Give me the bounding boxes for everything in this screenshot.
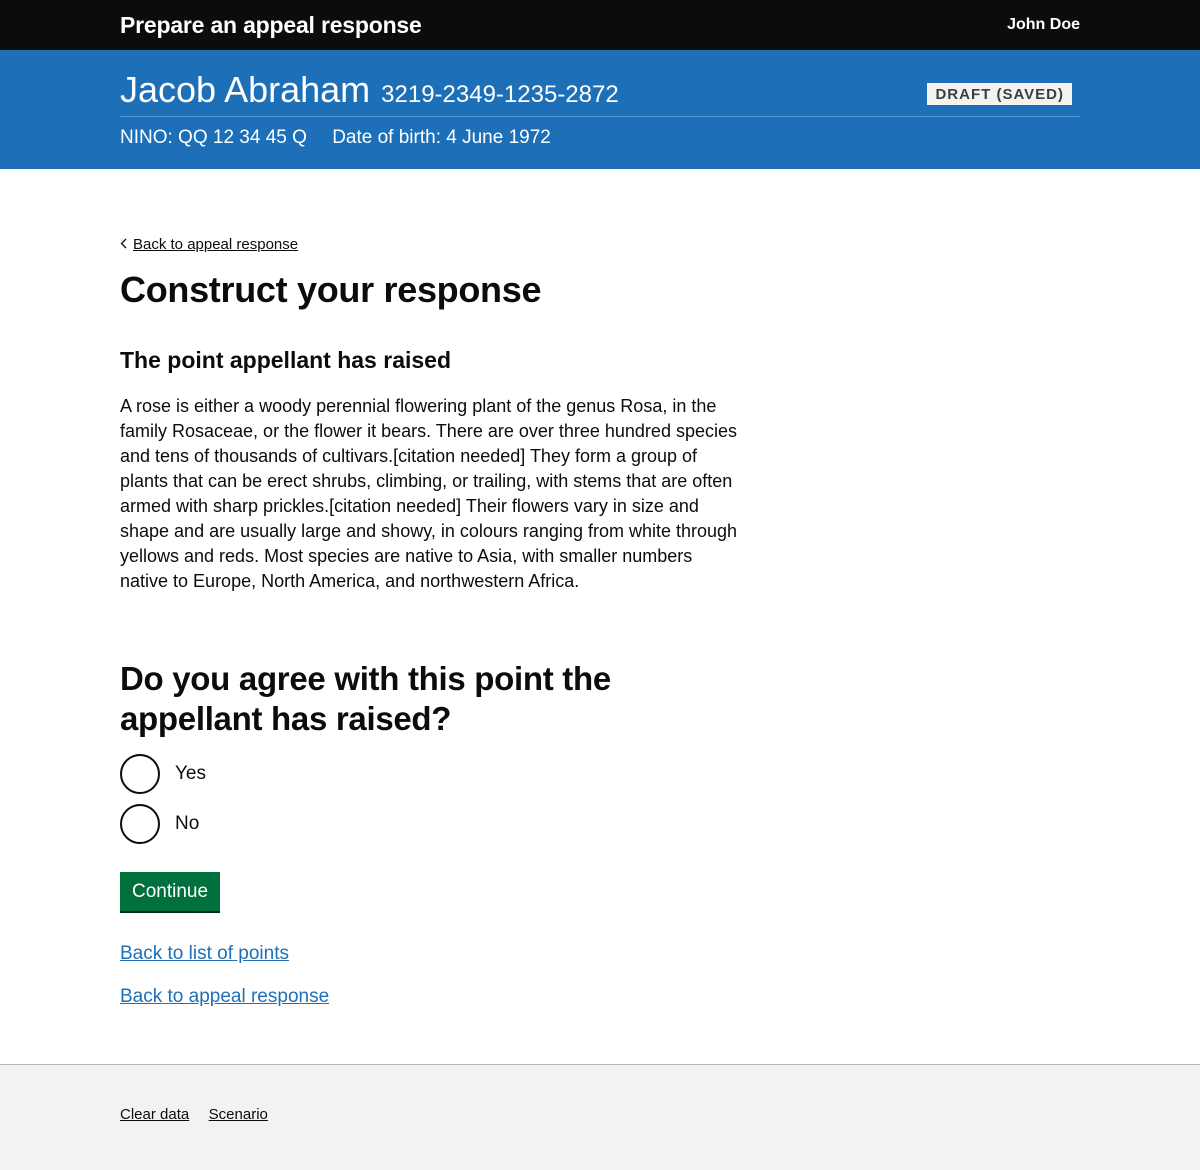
appellant-banner: Jacob Abraham 3219-2349-1235-2872 DRAFT …: [0, 50, 1200, 169]
radio-yes-label[interactable]: Yes: [175, 763, 206, 785]
footer: Clear data Scenario: [0, 1064, 1200, 1170]
main-content: Back to appeal response Construct your r…: [0, 169, 1200, 1008]
page-title: Construct your response: [120, 269, 542, 310]
back-link[interactable]: Back to appeal response: [120, 236, 298, 253]
radio-no[interactable]: No: [120, 804, 1080, 844]
top-header: Prepare an appeal response John Doe: [0, 0, 1200, 50]
radio-yes-circle[interactable]: [120, 754, 160, 794]
radio-no-label[interactable]: No: [175, 813, 199, 835]
back-to-list-link[interactable]: Back to list of points: [120, 943, 1080, 965]
person-name: Jacob Abraham: [120, 69, 371, 110]
date-of-birth: Date of birth: 4 June 1972: [332, 127, 551, 148]
status-badge: DRAFT (SAVED): [927, 83, 1072, 105]
point-body: A rose is either a woody perennial flowe…: [120, 396, 738, 591]
person-reference: 3219-2349-1235-2872: [381, 81, 619, 108]
chevron-left-icon: [120, 236, 127, 253]
clear-data-link[interactable]: Clear data: [120, 1106, 189, 1123]
banner-title-row: Jacob Abraham 3219-2349-1235-2872 DRAFT …: [120, 70, 1080, 117]
navigation-links: Back to list of points Back to appeal re…: [120, 943, 1080, 1008]
agree-radio-group: Yes No: [120, 754, 1080, 844]
nino: NINO: QQ 12 34 45 Q: [120, 127, 307, 148]
scenario-link[interactable]: Scenario: [209, 1106, 268, 1123]
continue-button[interactable]: Continue: [120, 872, 221, 911]
radio-yes[interactable]: Yes: [120, 754, 1080, 794]
service-name[interactable]: Prepare an appeal response: [120, 12, 422, 39]
back-link-label: Back to appeal response: [133, 236, 299, 253]
point-heading: The point appellant has raised: [120, 347, 452, 373]
question-heading: Do you agree with this point the appella…: [120, 660, 611, 737]
person-heading: Jacob Abraham 3219-2349-1235-2872: [120, 70, 619, 110]
banner-meta: NINO: QQ 12 34 45 Q Date of birth: 4 Jun…: [120, 127, 1080, 149]
user-name[interactable]: John Doe: [1007, 16, 1080, 34]
radio-no-circle[interactable]: [120, 804, 160, 844]
back-to-appeal-link[interactable]: Back to appeal response: [120, 986, 1080, 1008]
